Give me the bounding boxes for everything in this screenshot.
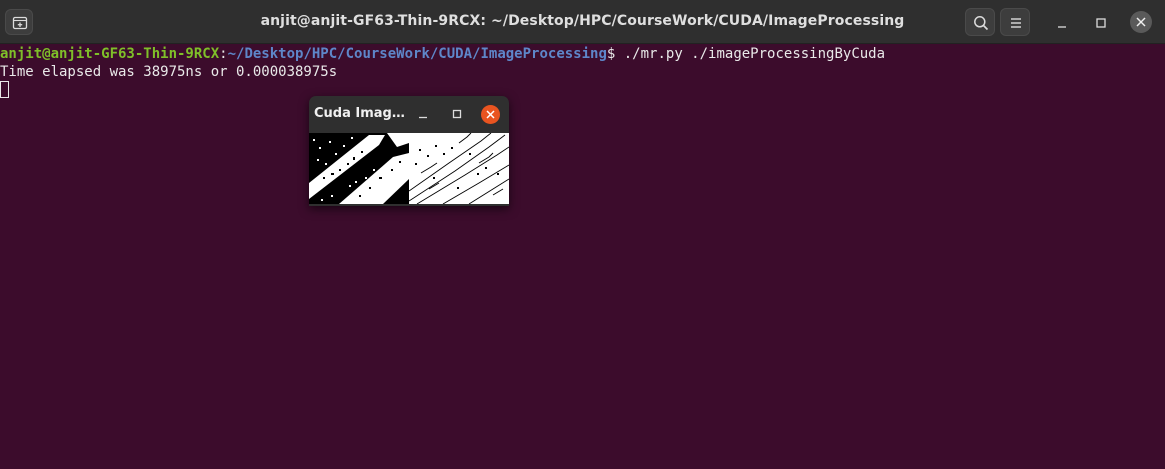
search-icon bbox=[974, 16, 989, 31]
image-window-title: Cuda Imag… bbox=[314, 106, 405, 121]
minimize-icon bbox=[419, 116, 427, 119]
close-icon bbox=[1136, 17, 1146, 27]
output-line: Time elapsed was 38975ns or 0.000038975s bbox=[0, 64, 338, 80]
image-window-minimize-button[interactable] bbox=[415, 106, 431, 122]
edge-image bbox=[409, 133, 509, 204]
command-text: ./mr.py ./imageProcessingByCuda bbox=[623, 46, 886, 62]
close-button[interactable] bbox=[1130, 11, 1152, 33]
window-title: anjit@anjit-GF63-Thin-9RCX: ~/Desktop/HP… bbox=[260, 13, 905, 29]
maximize-icon bbox=[1096, 18, 1106, 28]
search-button[interactable] bbox=[965, 8, 995, 36]
new-tab-button[interactable] bbox=[5, 9, 33, 35]
cuda-image-window[interactable]: Cuda Imag… bbox=[309, 96, 509, 206]
image-window-close-button[interactable] bbox=[481, 105, 500, 124]
terminal-titlebar: anjit@anjit-GF63-Thin-9RCX: ~/Desktop/HP… bbox=[0, 0, 1165, 44]
prompt-symbol: $ bbox=[606, 46, 624, 62]
terminal-area[interactable]: anjit@anjit-GF63-Thin-9RCX:~/Desktop/HPC… bbox=[0, 44, 1165, 469]
maximize-icon bbox=[452, 109, 462, 119]
prompt-user: anjit@anjit-GF63-Thin-9RCX bbox=[0, 46, 220, 62]
close-icon bbox=[486, 110, 495, 119]
prompt-separator: : bbox=[219, 46, 228, 62]
minimize-icon bbox=[1058, 26, 1066, 28]
hamburger-menu-icon bbox=[1011, 18, 1021, 28]
maximize-button[interactable] bbox=[1091, 13, 1111, 33]
image-window-maximize-button[interactable] bbox=[449, 106, 465, 122]
binary-image bbox=[309, 133, 409, 204]
new-tab-icon bbox=[12, 16, 28, 30]
minimize-button[interactable] bbox=[1052, 13, 1072, 33]
menu-button[interactable] bbox=[1000, 8, 1030, 36]
prompt-line: anjit@anjit-GF63-Thin-9RCX:~/Desktop/HPC… bbox=[0, 45, 885, 63]
prompt-path: ~/Desktop/HPC/CourseWork/CUDA/ImageProce… bbox=[227, 46, 607, 62]
text-cursor bbox=[0, 81, 9, 98]
